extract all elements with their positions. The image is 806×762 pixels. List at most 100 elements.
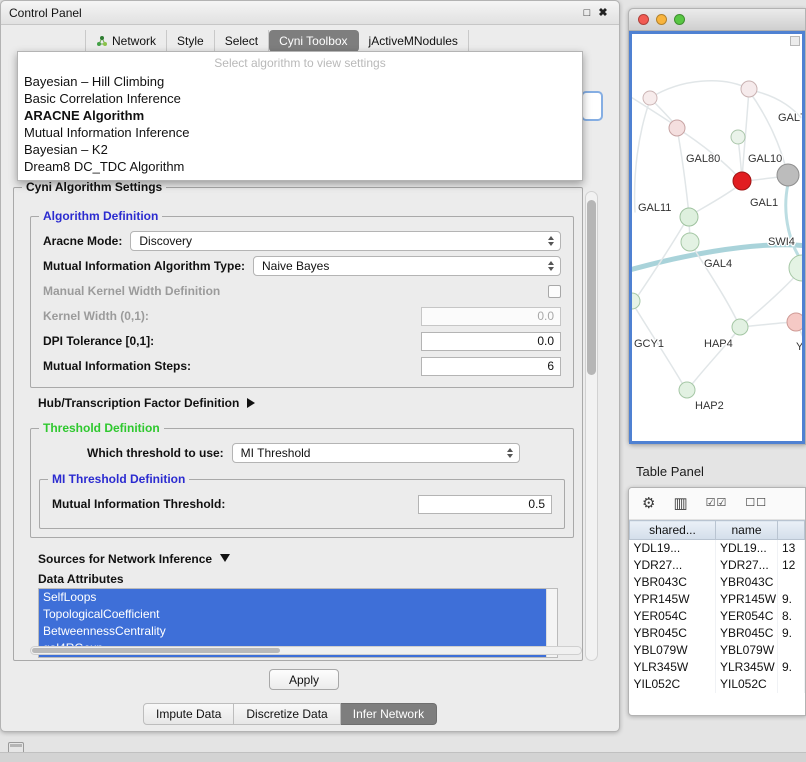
table-cell[interactable]: YER054C: [716, 608, 778, 625]
zoom-light[interactable]: [674, 14, 685, 25]
network-edge[interactable]: [691, 183, 742, 215]
tab-cyni-toolbox[interactable]: Cyni Toolbox: [269, 30, 358, 52]
columns-icon[interactable]: ▥: [673, 496, 687, 511]
table-cell[interactable]: 9.: [778, 659, 805, 676]
table-cell[interactable]: [778, 642, 805, 659]
column-header[interactable]: shared...: [630, 521, 716, 540]
table-cell[interactable]: 8.: [778, 608, 805, 625]
network-edge[interactable]: [691, 244, 739, 325]
table-cell[interactable]: YBR045C: [630, 625, 716, 642]
table-cell[interactable]: 13: [778, 540, 805, 557]
table-row[interactable]: YPR145WYPR145W9.: [630, 591, 805, 608]
table-row[interactable]: YBL079WYBL079W: [630, 642, 805, 659]
table-row[interactable]: YDL19...YDL19...13: [630, 540, 805, 557]
table-cell[interactable]: YER054C: [630, 608, 716, 625]
table-row[interactable]: YLR345WYLR345W9.: [630, 659, 805, 676]
gear-icon[interactable]: ⚙: [642, 496, 655, 511]
bottom-tab-infer-network[interactable]: Infer Network: [341, 703, 437, 725]
overview-toggle-icon[interactable]: [790, 36, 800, 46]
table-cell[interactable]: YLR345W: [630, 659, 716, 676]
network-node[interactable]: [679, 382, 695, 398]
network-edge[interactable]: [786, 184, 802, 261]
table-row[interactable]: YBR045CYBR045C9.: [630, 625, 805, 642]
table-cell[interactable]: YBR043C: [716, 574, 778, 591]
network-edge[interactable]: [650, 81, 749, 98]
aracne-mode-combobox[interactable]: Discovery: [130, 231, 561, 251]
network-edge[interactable]: [677, 128, 689, 215]
algorithm-option-basic-correlation-inference[interactable]: Basic Correlation Inference: [18, 90, 582, 107]
table-cell[interactable]: 12: [778, 557, 805, 574]
attribute-betweennesscentrality[interactable]: BetweennessCentrality: [39, 623, 546, 640]
table-cell[interactable]: 9.: [778, 625, 805, 642]
hide-columns-icon[interactable]: ☐☐: [745, 498, 767, 509]
network-node[interactable]: [669, 120, 685, 136]
mi-type-combobox[interactable]: Naive Bayes: [253, 256, 561, 276]
table-cell[interactable]: YLR345W: [716, 659, 778, 676]
network-node[interactable]: [787, 313, 805, 331]
sources-section-toggle[interactable]: Sources for Network Inference: [38, 550, 230, 567]
tab-select[interactable]: Select: [215, 30, 269, 52]
table-cell[interactable]: YBR045C: [716, 625, 778, 642]
mi-threshold-field[interactable]: 0.5: [418, 495, 552, 514]
algorithm-option-bayesian-k2[interactable]: Bayesian – K2: [18, 141, 582, 158]
table-cell[interactable]: YIL052C: [716, 676, 778, 693]
horizontal-scrollbar[interactable]: [30, 646, 582, 655]
algorithm-option-dream8-dc-tdc-algorithm[interactable]: Dream8 DC_TDC Algorithm: [18, 158, 582, 175]
attribute-selfloops[interactable]: SelfLoops: [39, 589, 546, 606]
table-row[interactable]: YBR043CYBR043C: [630, 574, 805, 591]
scrollbar-thumb[interactable]: [587, 200, 596, 375]
network-node[interactable]: [789, 255, 805, 281]
scrollbar-thumb[interactable]: [32, 648, 280, 653]
apply-button[interactable]: Apply: [269, 669, 339, 690]
mi-steps-field[interactable]: 6: [421, 357, 561, 376]
show-columns-icon[interactable]: ☑☑: [706, 498, 728, 509]
dpi-tolerance-field[interactable]: 0.0: [421, 332, 561, 351]
tab-style[interactable]: Style: [167, 30, 215, 52]
network-node[interactable]: [777, 164, 799, 186]
network-node[interactable]: [733, 172, 751, 190]
network-node[interactable]: [680, 208, 698, 226]
table-cell[interactable]: YIL052C: [630, 676, 716, 693]
tab-network[interactable]: Network: [85, 30, 167, 52]
table-cell[interactable]: YDL19...: [630, 540, 716, 557]
which-threshold-combobox[interactable]: MI Threshold: [232, 443, 520, 463]
column-header[interactable]: [778, 521, 805, 540]
network-edge[interactable]: [742, 322, 794, 327]
column-header[interactable]: name: [716, 521, 778, 540]
table-cell[interactable]: [778, 676, 805, 693]
algorithm-option-aracne-algorithm[interactable]: ARACNE Algorithm: [18, 107, 582, 124]
minimize-light[interactable]: [656, 14, 667, 25]
table-cell[interactable]: YDR27...: [630, 557, 716, 574]
control-panel-titlebar[interactable]: Control Panel □ ✖: [1, 1, 619, 25]
network-node[interactable]: [731, 130, 745, 144]
table-row[interactable]: YDR27...YDR27...12: [630, 557, 805, 574]
close-icon[interactable]: ✖: [595, 6, 611, 19]
algorithm-combobox-fragment[interactable]: [581, 91, 603, 121]
network-canvas[interactable]: GAL7GAL80GAL10GAL11GAL1SWI4GAL4GCY1HAP4Y…: [629, 31, 805, 444]
kernel-width-field[interactable]: 0.0: [421, 307, 561, 326]
float-window-icon[interactable]: □: [579, 7, 595, 19]
table-cell[interactable]: YBL079W: [630, 642, 716, 659]
table-row[interactable]: YIL052CYIL052C: [630, 676, 805, 693]
network-edge[interactable]: [635, 100, 650, 212]
hub-section-toggle[interactable]: Hub/Transcription Factor Definition: [38, 396, 260, 410]
tab-jactivemnodules[interactable]: jActiveMNodules: [359, 30, 469, 52]
table-cell[interactable]: YBL079W: [716, 642, 778, 659]
table-cell[interactable]: YDL19...: [716, 540, 778, 557]
table-cell[interactable]: 9.: [778, 591, 805, 608]
algorithm-option-mutual-information-inference[interactable]: Mutual Information Inference: [18, 124, 582, 141]
vertical-scrollbar[interactable]: [585, 191, 598, 661]
table-cell[interactable]: YDR27...: [716, 557, 778, 574]
attribute-topologicalcoefficient[interactable]: TopologicalCoefficient: [39, 606, 546, 623]
close-light[interactable]: [638, 14, 649, 25]
network-node[interactable]: [643, 91, 657, 105]
network-node[interactable]: [681, 233, 699, 251]
table-cell[interactable]: YBR043C: [630, 574, 716, 591]
network-node[interactable]: [732, 319, 748, 335]
table-row[interactable]: YER054CYER054C8.: [630, 608, 805, 625]
manual-kernel-checkbox[interactable]: [548, 285, 561, 298]
algorithm-option-bayesian-hill-climbing[interactable]: Bayesian – Hill Climbing: [18, 73, 582, 90]
network-window-titlebar[interactable]: [629, 9, 805, 31]
table-cell[interactable]: [778, 574, 805, 591]
table-cell[interactable]: YPR145W: [716, 591, 778, 608]
